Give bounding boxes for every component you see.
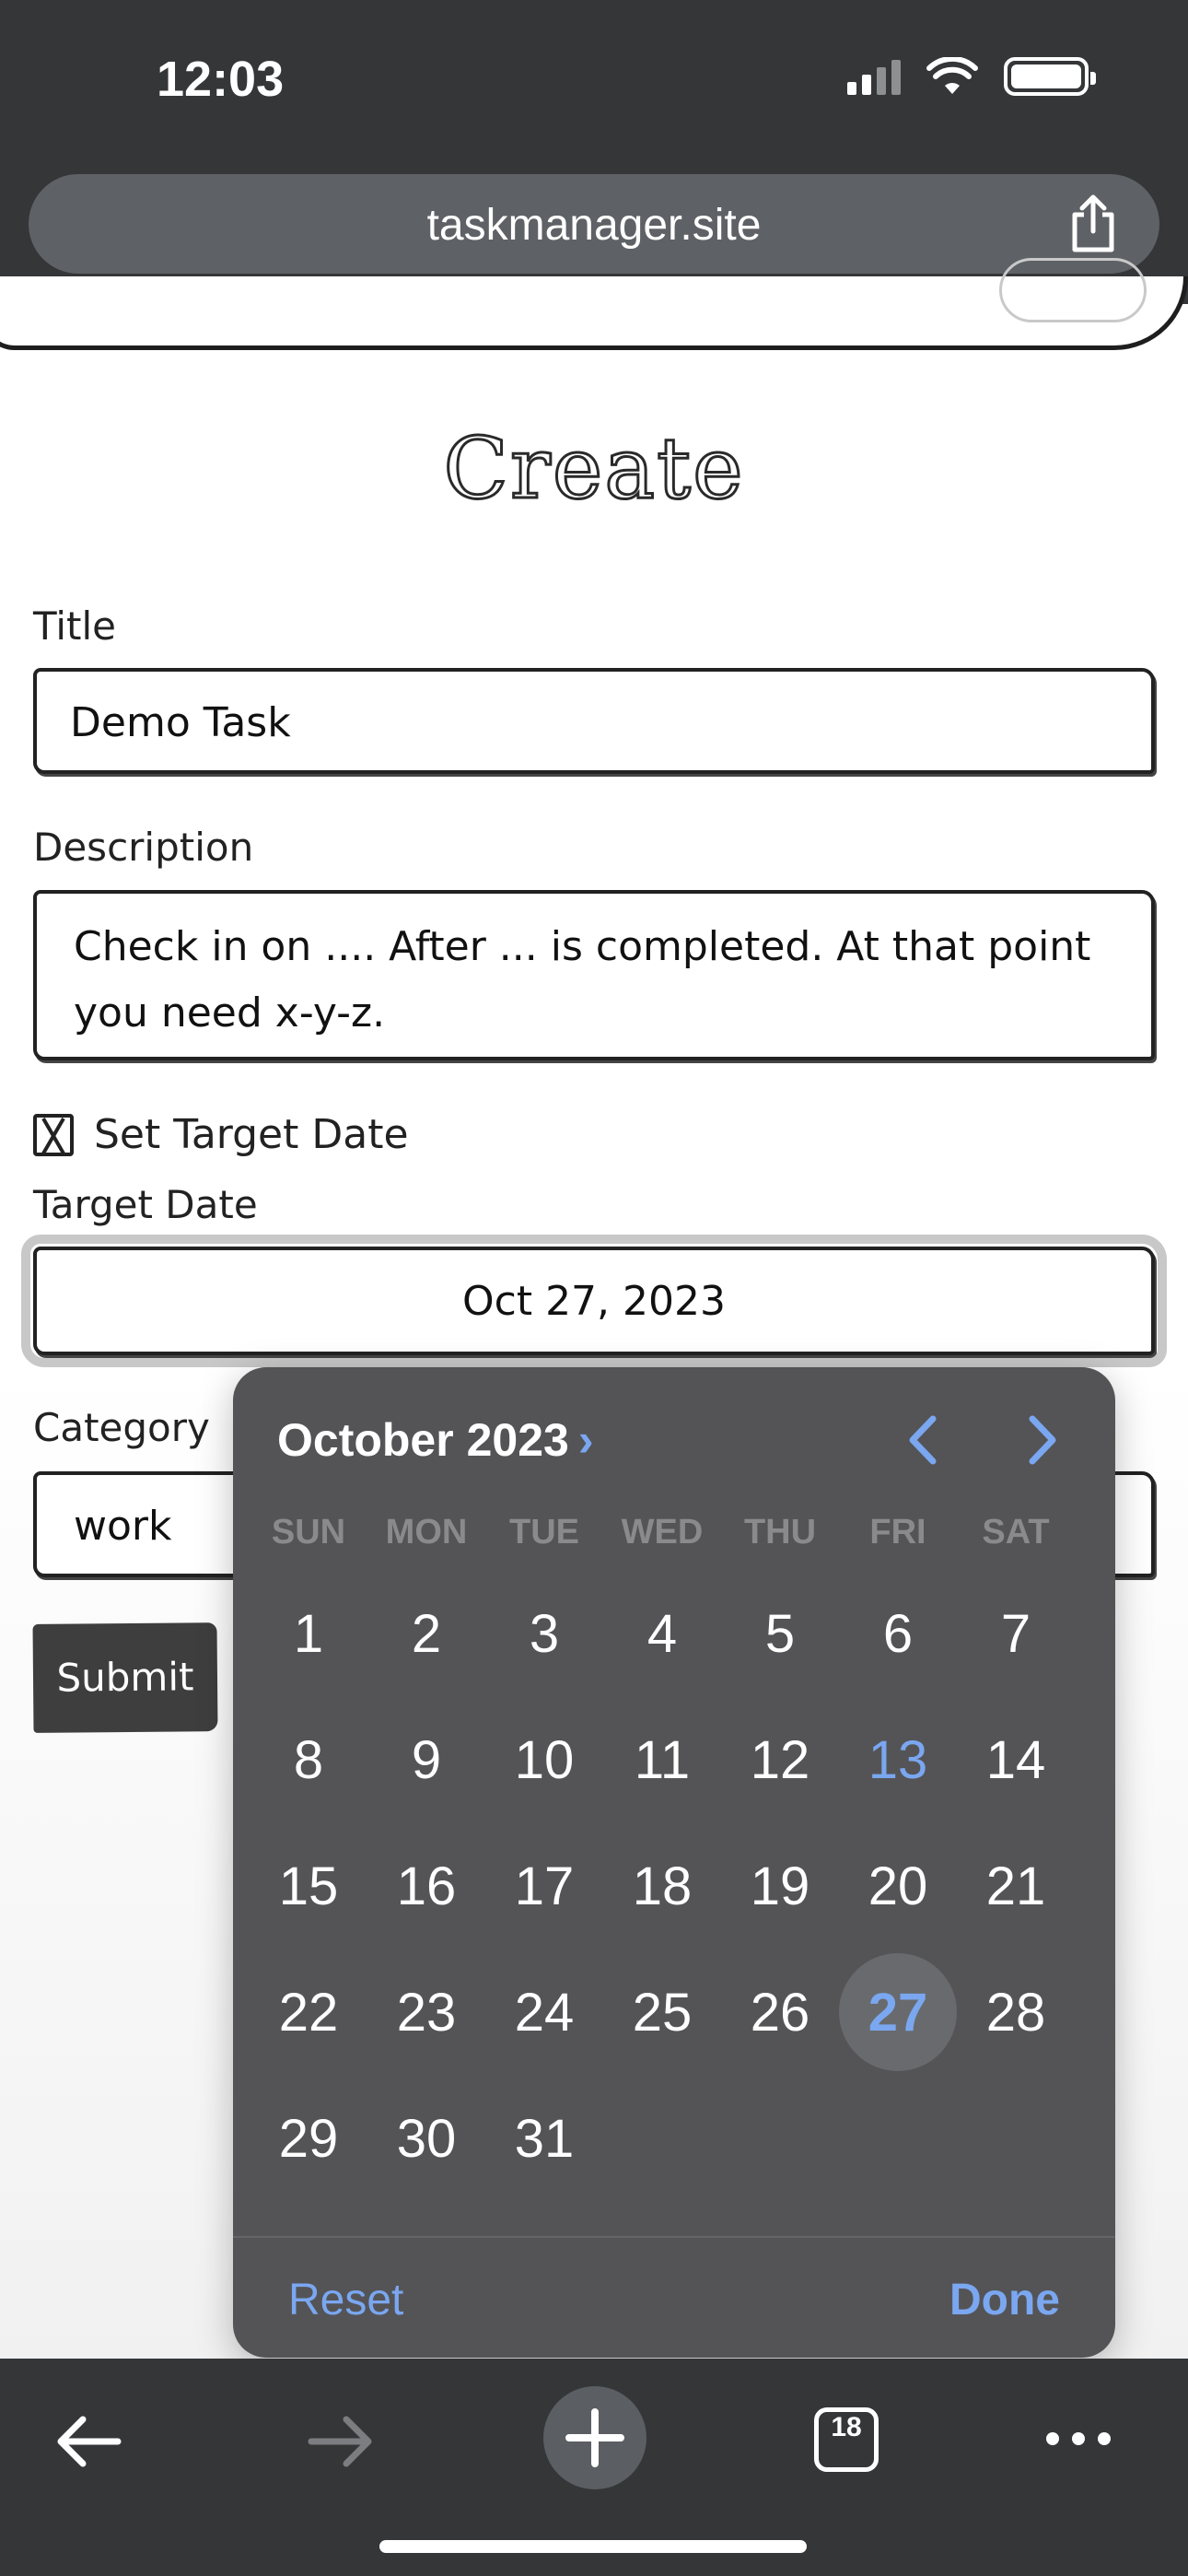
target-date-label: Target Date	[33, 1182, 258, 1227]
weekday-label: TUE	[509, 1513, 579, 1551]
calendar-day[interactable]: 26	[721, 1953, 839, 2071]
calendar-day[interactable]: 28	[957, 1953, 1075, 2071]
url-text[interactable]: taskmanager.site	[29, 200, 1159, 251]
calendar-day[interactable]: 18	[603, 1827, 721, 1945]
status-icons	[847, 57, 1096, 96]
calendar-day[interactable]: 11	[603, 1701, 721, 1819]
status-time: 12:03	[157, 52, 285, 107]
weekday-header: SUN MON TUE WED THU FRI SAT	[250, 1513, 1075, 1552]
weekday-label: FRI	[869, 1513, 926, 1551]
calendar-day[interactable]: 12	[721, 1701, 839, 1819]
calendar-day[interactable]: 20	[839, 1827, 957, 1945]
plus-icon[interactable]	[543, 2386, 646, 2489]
category-label: Category	[33, 1405, 210, 1450]
calendar-day[interactable]: 21	[957, 1827, 1075, 1945]
calendar-day[interactable]: 29	[250, 2079, 367, 2197]
next-month-button[interactable]	[1014, 1408, 1069, 1472]
page-title: Create	[442, 418, 745, 520]
calendar-day[interactable]: 8	[250, 1701, 367, 1819]
done-button[interactable]: Done	[949, 2275, 1060, 2325]
calendar-day[interactable]: 7	[957, 1575, 1075, 1692]
date-picker-popover: October 2023 › SUN MON TUE WED THU FRI SAT 1234…	[233, 1367, 1115, 2358]
weekday-label: SAT	[982, 1513, 1050, 1551]
calendar-day-today[interactable]: 13	[839, 1701, 957, 1819]
wifi-icon	[926, 57, 978, 94]
previous-month-button[interactable]	[896, 1408, 951, 1472]
new-tab-button[interactable]	[543, 2386, 646, 2489]
submit-button[interactable]: Submit	[32, 1622, 218, 1733]
month-year-selector[interactable]: October 2023 ›	[277, 1413, 593, 1467]
calendar-day[interactable]: 1	[250, 1575, 367, 1692]
reset-button[interactable]: Reset	[288, 2275, 403, 2325]
back-arrow-icon[interactable]	[53, 2414, 123, 2469]
calendar-day[interactable]: 5	[721, 1575, 839, 1692]
title-label: Title	[33, 603, 117, 649]
calendar-day[interactable]: 6	[839, 1575, 957, 1692]
calendar-day[interactable]: 23	[367, 1953, 485, 2071]
cellular-signal-icon	[847, 58, 901, 95]
calendar-day[interactable]: 19	[721, 1827, 839, 1945]
weekday-label: MON	[385, 1513, 468, 1551]
calendar-day[interactable]: 2	[367, 1575, 485, 1692]
calendar-day[interactable]: 10	[485, 1701, 603, 1819]
target-date-input[interactable]: Oct 27, 2023	[21, 1235, 1167, 1367]
calendar-day[interactable]: 3	[485, 1575, 603, 1692]
browser-top-bar: 12:03 taskmanager.site	[0, 0, 1188, 304]
forward-arrow-icon[interactable]	[306, 2414, 376, 2469]
title-input[interactable]: Demo Task	[33, 668, 1155, 774]
month-year-label[interactable]: October 2023	[277, 1414, 569, 1466]
site-header-edge	[0, 258, 1188, 350]
header-button-edge[interactable]	[999, 258, 1147, 322]
calendar-day[interactable]: 4	[603, 1575, 721, 1692]
picker-divider	[233, 2236, 1115, 2238]
selected-day-highlight[interactable]: 27	[839, 1953, 957, 2071]
calendar-day[interactable]: 14	[957, 1701, 1075, 1819]
description-label: Description	[33, 825, 254, 870]
calendar-day[interactable]: 22	[250, 1953, 367, 2071]
set-target-date-checkbox[interactable]	[33, 1113, 74, 1156]
calendar-day[interactable]: 30	[367, 2079, 485, 2197]
battery-icon	[1004, 57, 1096, 96]
weekday-label: SUN	[271, 1513, 346, 1551]
calendar-day[interactable]: 25	[603, 1953, 721, 2071]
set-target-date-row[interactable]: Set Target Date	[33, 1111, 409, 1158]
address-bar[interactable]: taskmanager.site	[29, 174, 1159, 274]
calendar-day-grid: 1 2 3 4 5 6 7 8 9 10 11 12 13 14 15 16 17 18 19 20 21 22 23 24 2…	[250, 1575, 1075, 2206]
weekday-label: THU	[743, 1513, 817, 1551]
calendar-day[interactable]: 24	[485, 1953, 603, 2071]
set-target-date-label[interactable]: Set Target Date	[94, 1111, 409, 1158]
home-indicator	[379, 2540, 807, 2553]
weekday-label: WED	[621, 1513, 704, 1551]
calendar-day[interactable]: 31	[485, 2079, 603, 2197]
more-menu-icon[interactable]	[1046, 2432, 1111, 2445]
calendar-day[interactable]: 16	[367, 1827, 485, 1945]
calendar-day[interactable]: 9	[367, 1701, 485, 1819]
share-icon[interactable]	[1066, 194, 1121, 253]
description-textarea[interactable]: Check in on .... After ... is completed.…	[33, 890, 1155, 1060]
calendar-day-selected[interactable]: 27	[839, 1953, 957, 2071]
calendar-day[interactable]: 15	[250, 1827, 367, 1945]
calendar-day[interactable]: 17	[485, 1827, 603, 1945]
chevron-right-icon[interactable]: ›	[578, 1414, 594, 1466]
tab-switcher-button[interactable]: 18	[814, 2407, 879, 2472]
